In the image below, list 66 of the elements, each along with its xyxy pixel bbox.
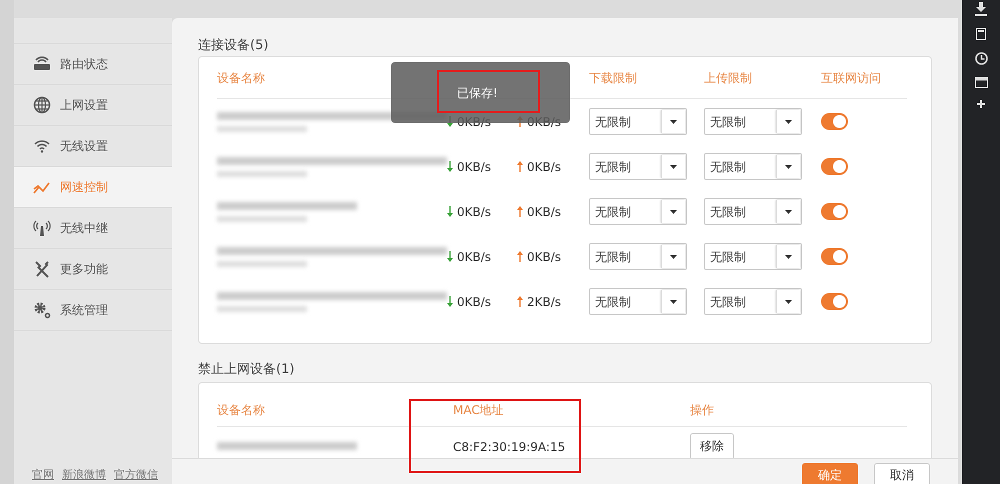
column-header: MAC地址 [453,402,504,416]
remove-button[interactable]: 移除 [690,432,734,460]
limit-dropdown[interactable]: 无限制 [589,198,687,225]
limit-dropdown[interactable]: 无限制 [704,108,802,135]
window-icon[interactable] [974,77,988,88]
antenna-icon [33,219,51,237]
footer-link[interactable]: 官方微信 [114,466,158,483]
down-arrow-icon [447,206,453,217]
gear-icon [33,301,51,319]
upload-speed: 0KB/s [527,204,562,220]
clock-icon[interactable] [974,52,988,65]
limit-dropdown[interactable]: 无限制 [704,288,802,315]
section-title: 连接设备(5) [198,37,270,55]
section-title: 禁止上网设备(1) [198,361,296,379]
caret-icon [785,210,792,214]
down-arrow-icon [447,251,453,262]
download-speed: 0KB/s [457,158,492,176]
footer-link[interactable]: 新浪微博 [62,466,106,483]
toggle-switch[interactable] [821,203,848,220]
footer-link[interactable]: 官网 [32,466,54,483]
column-header: 下载限制 [589,70,637,84]
plus-icon[interactable] [977,100,985,108]
limit-dropdown[interactable]: 无限制 [589,243,687,270]
down-arrow-icon [447,296,453,307]
up-arrow-icon [517,296,523,307]
toggle-switch[interactable] [821,248,848,265]
column-header: 设备名称 [217,402,265,416]
upload-speed: 0KB/s [527,248,562,266]
router-icon [33,55,51,73]
toggle-switch[interactable] [821,293,848,310]
caret-icon [670,254,677,258]
toggle-switch[interactable] [821,113,848,130]
caret-icon [785,120,792,124]
caret-icon [785,254,792,258]
caret-icon [670,210,677,214]
up-arrow-icon [517,206,523,217]
down-arrow-icon [447,161,453,172]
mac-address: C8:F2:30:19:9A:15 [453,440,566,454]
limit-dropdown[interactable]: 无限制 [704,198,802,225]
column-header: 上传限制 [704,70,752,84]
upload-speed: 0KB/s [527,158,562,176]
limit-dropdown[interactable]: 无限制 [704,243,802,270]
column-header: 设备名称 [217,70,265,84]
caret-icon [670,120,677,124]
upload-speed: 2KB/s [527,294,562,310]
cancel-button[interactable]: 取消 [874,463,930,484]
up-arrow-icon [517,251,523,262]
globe-icon [33,96,51,114]
document-icon[interactable] [976,28,986,40]
limit-dropdown[interactable]: 无限制 [589,153,687,180]
caret-icon [670,164,677,168]
limit-dropdown[interactable]: 无限制 [589,108,687,135]
column-header: 操作 [690,402,714,416]
caret-icon [670,300,677,304]
toggle-switch[interactable] [821,158,848,175]
download-icon[interactable] [975,2,987,16]
limit-dropdown[interactable]: 无限制 [589,288,687,315]
download-speed: 0KB/s [457,204,492,220]
download-speed: 0KB/s [457,294,492,310]
caret-icon [785,164,792,168]
download-speed: 0KB/s [457,248,492,266]
limit-dropdown[interactable]: 无限制 [704,153,802,180]
tools-icon [33,260,51,278]
caret-icon [785,300,792,304]
column-header: 互联网访问 [821,70,881,84]
up-arrow-icon [517,161,523,172]
